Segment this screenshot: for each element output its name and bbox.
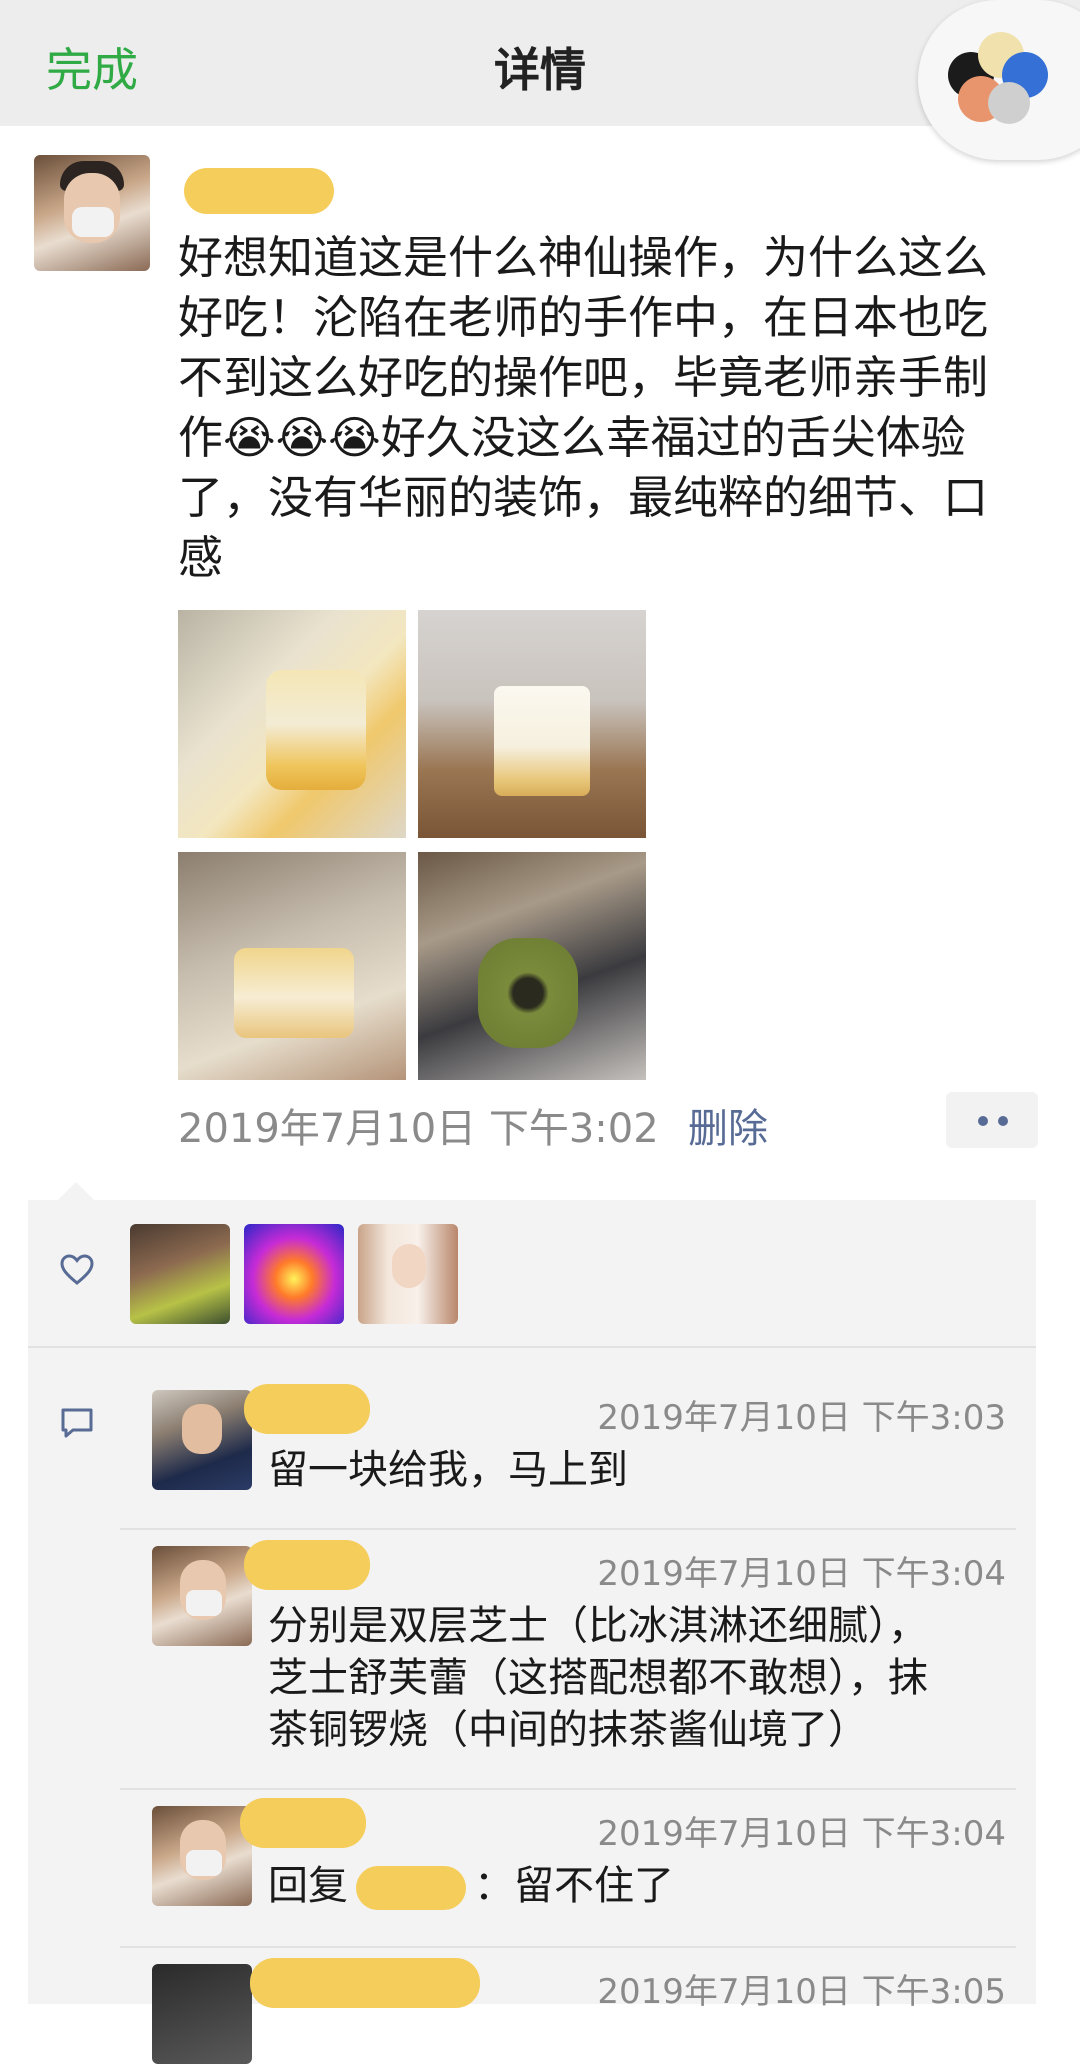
commenter-avatar[interactable] (152, 1390, 252, 1490)
comment-timestamp: 2019年7月10日 下午3:05 (597, 1972, 1006, 2012)
post-text: 好想知道这是什么神仙操作，为什么这么好吃！沦陷在老师的手作中，在日本也吃不到这么… (178, 231, 989, 584)
interaction-panel: 2019年7月10日 下午3:03 留一块给我，马上到 2019年7月10日 下… (28, 1200, 1038, 2064)
heart-icon (60, 1254, 94, 1285)
likes-divider (28, 1346, 1036, 1348)
comment-timestamp: 2019年7月10日 下午3:03 (597, 1398, 1006, 1438)
capsule-dot-grey (988, 82, 1030, 124)
comment-text: 留一块给我，马上到 (268, 1447, 628, 1493)
like-avatar-2[interactable] (244, 1224, 344, 1324)
more-actions-button[interactable] (946, 1092, 1038, 1148)
comment-text: 分别是双层芝士（比冰淇淋还细腻）， 芝士舒芙蕾（这搭配想都不敢想），抹 茶铜锣烧… (268, 1600, 1038, 1756)
panel-caret (58, 1182, 94, 1200)
avatar-face (182, 1404, 222, 1454)
comment-divider (120, 1788, 1016, 1790)
commenter-avatar[interactable] (152, 1546, 252, 1646)
photo-matcha-dorayaki[interactable] (418, 852, 646, 1080)
cake-shape (478, 938, 578, 1048)
avatar-face (392, 1244, 426, 1288)
reply-text: ：留不住了 (474, 1863, 674, 1909)
post-timestamp: 2019年7月10日 下午3:02 (178, 1106, 659, 1152)
photo-cheesecake-slice[interactable] (178, 610, 406, 838)
reply-to-name-redacted[interactable] (356, 1866, 466, 1910)
like-avatar-1[interactable] (130, 1224, 230, 1324)
comment-text-line: 芝士舒芙蕾（这搭配想都不敢想），抹 (268, 1655, 928, 1701)
delete-button[interactable]: 删除 (688, 1096, 768, 1154)
mini-program-capsule[interactable] (918, 0, 1080, 160)
comment-icon (61, 1408, 93, 1438)
cake-shape (234, 948, 354, 1038)
avatar-mask (186, 1590, 222, 1616)
photo-cheesecake-in-hand[interactable] (418, 610, 646, 838)
commenter-name-redacted[interactable] (240, 1798, 366, 1848)
commenter-name-redacted[interactable] (244, 1540, 370, 1590)
avatar-mask (72, 207, 114, 237)
cake-shape (266, 670, 366, 790)
like-avatar-3[interactable] (358, 1224, 458, 1324)
photo-souffle-cheesecake[interactable] (178, 852, 406, 1080)
commenter-avatar[interactable] (152, 1964, 252, 2064)
comment-text-line: 分别是双层芝士（比冰淇淋还细腻）， (268, 1603, 928, 1649)
more-dot-icon (998, 1116, 1008, 1126)
nav-bar: 完成 详情 (0, 0, 1080, 126)
avatar-mask (186, 1850, 222, 1876)
author-name-redacted[interactable] (184, 168, 334, 214)
author-avatar[interactable] (34, 155, 150, 271)
comment-divider (120, 1528, 1016, 1530)
commenter-avatar[interactable] (152, 1806, 252, 1906)
cake-shape (494, 686, 590, 796)
comment-timestamp: 2019年7月10日 下午3:04 (597, 1814, 1006, 1854)
commenter-name-redacted[interactable] (244, 1384, 370, 1434)
comment-divider (120, 1946, 1016, 1948)
reply-prefix: 回复 (268, 1863, 348, 1909)
comment-text: 回复 ：留不住了 (268, 1860, 1038, 1912)
more-dot-icon (978, 1116, 988, 1126)
comment-text-line: 茶铜锣烧（中间的抹茶酱仙境了） (268, 1707, 868, 1753)
comment-timestamp: 2019年7月10日 下午3:04 (597, 1554, 1006, 1594)
